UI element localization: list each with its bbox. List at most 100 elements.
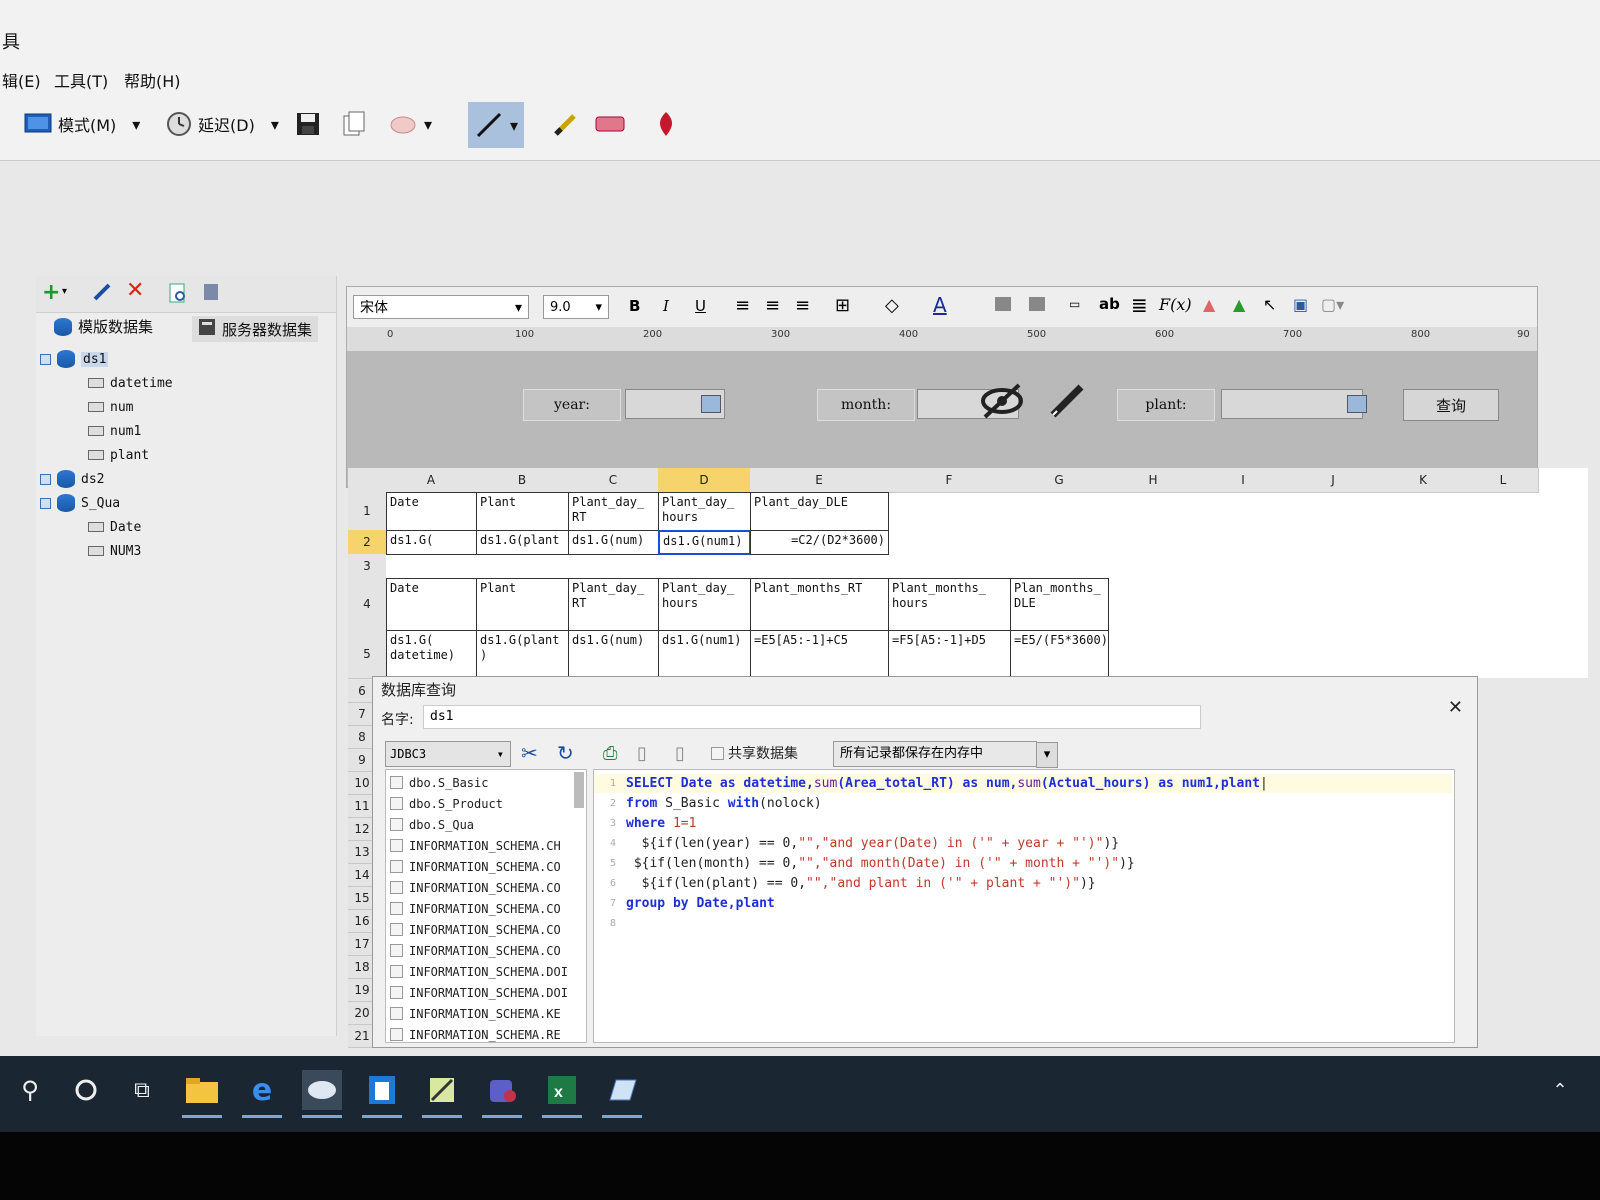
font-color-icon[interactable]: A <box>933 293 947 317</box>
list-item[interactable]: INFORMATION_SCHEMA.CO <box>386 856 561 877</box>
list-item[interactable]: dbo.S_Product <box>386 793 503 814</box>
column-header[interactable]: L <box>1468 468 1539 493</box>
connection-select[interactable]: JDBC3 ▾ <box>385 741 511 767</box>
tree-field-num3[interactable]: NUM3 <box>88 540 141 562</box>
list-item[interactable]: INFORMATION_SCHEMA.CO <box>386 877 561 898</box>
year-dropdown-icon[interactable] <box>701 395 721 413</box>
tree-field-plant[interactable]: plant <box>88 444 149 466</box>
list-item[interactable]: dbo.S_Qua <box>386 814 474 835</box>
cell-b1[interactable]: Plant <box>476 492 569 531</box>
sql-editor[interactable]: 1 SELECT Date as datetime, sum (Area_total_… <box>593 769 1455 1043</box>
column-header[interactable]: B <box>476 468 569 493</box>
list-item[interactable]: INFORMATION_SCHEMA.CO <box>386 919 561 940</box>
eraser-tool-button[interactable]: ▾ <box>388 104 432 144</box>
align-center-icon[interactable]: ≡ <box>765 295 780 316</box>
plant-dropdown-icon[interactable] <box>1347 395 1367 413</box>
excel-icon[interactable]: x <box>542 1070 582 1118</box>
database-icon[interactable] <box>202 282 220 306</box>
tree-field-num[interactable]: num <box>88 396 133 418</box>
cell-d1[interactable]: Plant_day_ hours <box>658 492 751 531</box>
column-header[interactable]: E <box>750 468 889 493</box>
teams-icon[interactable] <box>482 1070 522 1118</box>
report-designer-icon[interactable] <box>302 1070 342 1118</box>
cell-icon[interactable]: ▭ <box>1069 297 1080 311</box>
cell-e4[interactable]: Plant_months_RT <box>750 578 889 631</box>
document-app-icon[interactable] <box>362 1070 402 1118</box>
file-explorer-icon[interactable] <box>182 1070 222 1118</box>
close-icon[interactable]: ✕ <box>1448 697 1463 718</box>
pencil-icon[interactable] <box>1047 379 1089 425</box>
page-icon[interactable]: ▯ <box>675 743 685 764</box>
column-header[interactable]: H <box>1108 468 1199 493</box>
fill-color-icon[interactable]: ◇ <box>885 295 899 316</box>
cell-c5[interactable]: ds1.G(num) <box>568 630 659 678</box>
snipping-tool-icon[interactable] <box>422 1070 462 1118</box>
expand-icon[interactable] <box>40 473 51 485</box>
split-icon[interactable] <box>1029 297 1045 311</box>
column-header[interactable]: C <box>568 468 659 493</box>
column-header[interactable]: G <box>1010 468 1109 493</box>
cell-c1[interactable]: Plant_day_ RT <box>568 492 659 531</box>
cell-b4[interactable]: Plant <box>476 578 569 631</box>
notes-app-icon[interactable] <box>602 1070 642 1118</box>
list-item[interactable]: INFORMATION_SCHEMA.CO <box>386 940 561 961</box>
cell-a5[interactable]: ds1.G( datetime) <box>386 630 477 678</box>
font-size-select[interactable]: 9.0 ▾ <box>543 295 609 319</box>
search-icon[interactable]: ⚲ <box>10 1070 50 1110</box>
text-icon[interactable]: ab <box>1099 295 1120 313</box>
cell-a4[interactable]: Date <box>386 578 477 631</box>
chevron-down-icon[interactable]: ▾ <box>132 115 140 134</box>
tree-field-num1[interactable]: num1 <box>88 420 141 442</box>
connection-settings-icon[interactable]: ✂ <box>521 741 538 765</box>
color-picker-button[interactable] <box>654 104 678 144</box>
cortana-icon[interactable] <box>66 1070 106 1110</box>
cell-f5[interactable]: =F5[A5:-1]+D5 <box>888 630 1011 678</box>
column-header[interactable]: J <box>1288 468 1379 493</box>
column-header[interactable]: I <box>1198 468 1289 493</box>
menu-help[interactable]: 帮助(H) <box>124 68 181 92</box>
menu-tools[interactable]: 工具(T) <box>54 68 108 92</box>
edit-icon[interactable] <box>92 282 112 306</box>
paragraph-icon[interactable]: ≣ <box>1131 293 1148 317</box>
image-icon[interactable]: ▣ <box>1293 295 1308 314</box>
delete-icon[interactable]: ✕ <box>126 278 144 303</box>
preview-icon[interactable]: ⎙ <box>603 743 617 764</box>
underline-icon[interactable]: U <box>695 297 706 315</box>
cell-a1[interactable]: Date <box>386 492 477 531</box>
align-right-icon[interactable]: ≡ <box>795 295 810 316</box>
task-view-icon[interactable]: ⧉ <box>122 1070 162 1110</box>
area-chart-icon[interactable]: ▲ <box>1233 295 1245 314</box>
cell-e5[interactable]: =E5[A5:-1]+C5 <box>750 630 889 678</box>
cell-g4[interactable]: Plan_months_ DLE <box>1010 578 1109 631</box>
cell-d2-selected[interactable]: ds1.G(num1) <box>658 530 751 555</box>
mode-button[interactable]: 模式(M) ▾ <box>24 104 140 144</box>
chart-icon[interactable]: ▲ <box>1203 295 1215 314</box>
list-item[interactable]: INFORMATION_SCHEMA.CO <box>386 898 561 919</box>
cell-e2[interactable]: =C2/(D2*3600) <box>750 530 889 555</box>
share-dataset-checkbox[interactable]: 共享数据集 <box>711 743 798 763</box>
list-item[interactable]: INFORMATION_SCHEMA.DOI <box>386 982 568 1003</box>
query-button[interactable]: 查询 <box>1403 389 1499 421</box>
list-item[interactable]: dbo.S_Basic <box>386 772 488 793</box>
tree-node-ds2[interactable]: ds2 <box>40 468 104 490</box>
formula-icon[interactable]: F(x) <box>1159 295 1192 314</box>
cell-a2[interactable]: ds1.G( <box>386 530 477 555</box>
column-header[interactable]: K <box>1378 468 1469 493</box>
page-icon[interactable]: ▯ <box>637 743 647 764</box>
internet-explorer-icon[interactable]: e <box>242 1070 282 1118</box>
chevron-down-icon[interactable]: ▾ <box>62 286 67 297</box>
row-header[interactable]: 5 <box>348 630 386 679</box>
list-item[interactable]: INFORMATION_SCHEMA.KE <box>386 1003 561 1024</box>
cell-f4[interactable]: Plant_months_ hours <box>888 578 1011 631</box>
pointer-icon[interactable]: ↖ <box>1263 295 1276 314</box>
memory-option-select[interactable]: 所有记录都保存在内存中 ▾ <box>833 741 1058 768</box>
copy-button[interactable] <box>342 104 366 144</box>
eraser-button[interactable] <box>594 104 626 144</box>
expand-icon[interactable] <box>40 353 51 365</box>
eye-off-icon[interactable] <box>979 381 1025 425</box>
preview-icon[interactable] <box>168 282 188 308</box>
delay-button[interactable]: 延迟(D) ▾ <box>166 104 279 144</box>
font-select[interactable]: 宋体 ▾ <box>353 295 529 319</box>
chevron-up-icon[interactable]: ⌃ <box>1540 1070 1580 1110</box>
name-input[interactable]: ds1 <box>423 705 1201 729</box>
